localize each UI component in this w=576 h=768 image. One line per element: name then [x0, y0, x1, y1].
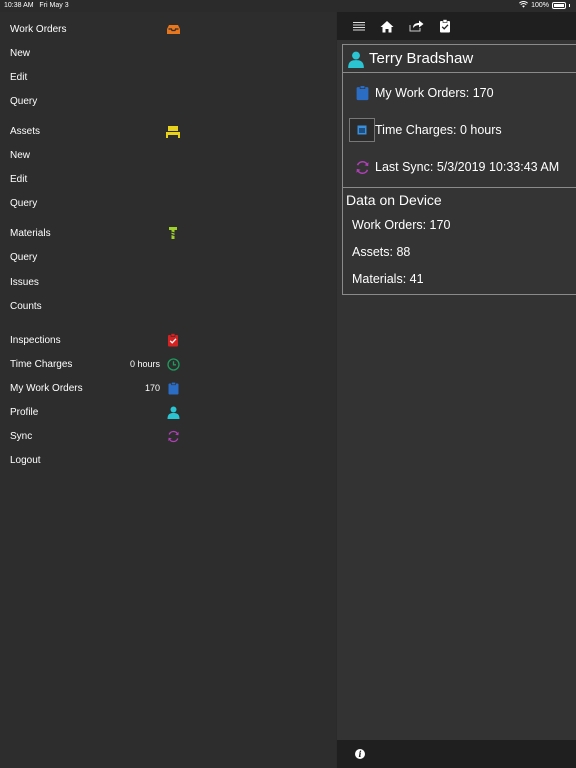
sidebar-item-materials-counts[interactable]: Counts [0, 296, 190, 316]
sidebar-item-work-orders[interactable]: Work Orders [0, 19, 190, 39]
info-icon[interactable]: i [355, 749, 365, 759]
toolbar [337, 12, 576, 40]
sidebar-item-work-orders-query[interactable]: Query [0, 91, 190, 111]
clipboard-check-icon [165, 332, 181, 348]
sidebar-item-time-charges[interactable]: Time Charges 0 hours [0, 354, 190, 374]
my-work-orders-value: 170 [144, 383, 160, 393]
share-icon[interactable] [408, 18, 424, 34]
clipboard-icon [353, 84, 371, 102]
home-icon[interactable] [379, 18, 395, 34]
user-icon [165, 404, 181, 420]
battery-percent: 100% [531, 2, 549, 9]
device-materials: Materials: 41 [352, 272, 424, 286]
sidebar-item-assets-new[interactable]: New [0, 145, 190, 165]
profile-name: Terry Bradshaw [369, 50, 474, 67]
sync-icon [353, 158, 371, 176]
sidebar-item-materials[interactable]: Materials [0, 223, 190, 243]
device-assets: Assets: 88 [352, 245, 411, 259]
profile-card: Terry Bradshaw [342, 44, 576, 73]
sidebar-item-materials-query[interactable]: Query [0, 247, 190, 267]
sidebar: Work Orders New Edit Query Assets New Ed… [0, 12, 336, 768]
sidebar-item-materials-issues[interactable]: Issues [0, 272, 190, 292]
materials-icon [165, 225, 181, 241]
wifi-icon [519, 1, 529, 10]
battery-icon [552, 2, 566, 9]
device-work-orders: Work Orders: 170 [352, 218, 451, 232]
sidebar-item-assets-edit[interactable]: Edit [0, 169, 190, 189]
sidebar-item-work-orders-edit[interactable]: Edit [0, 67, 190, 87]
menu-icon[interactable] [351, 18, 367, 34]
data-on-device-title: Data on Device [346, 192, 442, 208]
sidebar-item-profile[interactable]: Profile [0, 402, 190, 422]
clipboard-check-icon[interactable] [437, 18, 453, 34]
assets-icon [165, 123, 181, 139]
clipboard-icon [165, 380, 181, 396]
sidebar-item-work-orders-new[interactable]: New [0, 43, 190, 63]
sidebar-item-sync[interactable]: Sync [0, 426, 190, 446]
user-icon [347, 51, 365, 73]
sidebar-item-inspections[interactable]: Inspections [0, 330, 190, 350]
main-panel: Terry Bradshaw My Work Orders: 170 Time … [337, 12, 576, 768]
sidebar-item-assets[interactable]: Assets [0, 121, 190, 141]
sidebar-item-logout[interactable]: Logout [0, 450, 190, 470]
data-on-device-card: Data on Device Work Orders: 170 Assets: … [342, 187, 576, 295]
bottom-bar: i [337, 740, 576, 768]
calendar-icon [349, 118, 375, 142]
status-time: 10:38 AM Fri May 3 [4, 2, 69, 9]
sidebar-item-assets-query[interactable]: Query [0, 193, 190, 213]
sync-icon [165, 428, 181, 444]
time-charges-value: 0 hours [129, 359, 160, 369]
inbox-icon [165, 21, 181, 37]
status-right: 100% [519, 1, 570, 10]
status-card: My Work Orders: 170 Time Charges: 0 hour… [342, 72, 576, 188]
sidebar-item-my-work-orders[interactable]: My Work Orders 170 [0, 378, 190, 398]
status-bar: 10:38 AM Fri May 3 100% [0, 0, 576, 12]
clock-icon [165, 356, 181, 372]
